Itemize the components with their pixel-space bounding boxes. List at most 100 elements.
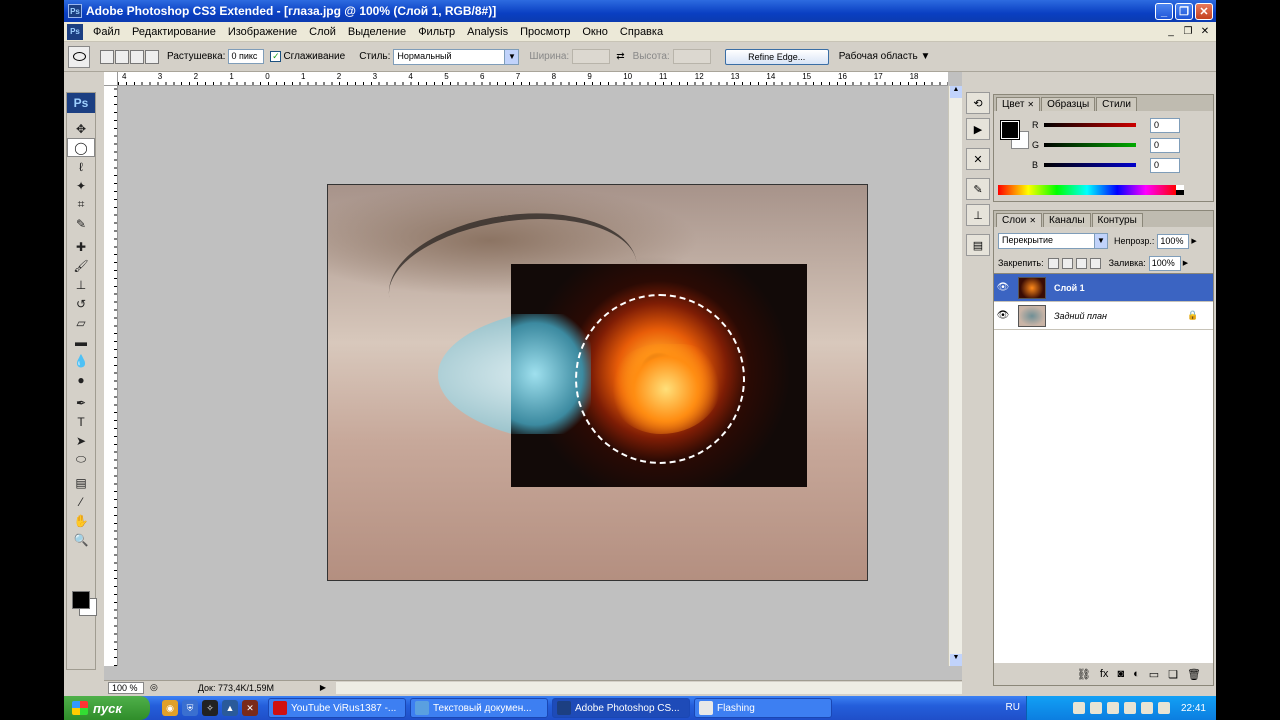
- zoom-icon[interactable]: 🔍: [67, 530, 95, 549]
- channel-track[interactable]: [1044, 123, 1136, 127]
- eye-icon[interactable]: 👁: [994, 310, 1012, 321]
- layer-row-background[interactable]: 👁 Задний план 🔒: [994, 302, 1213, 330]
- ellipse-shape-icon[interactable]: ⬭: [67, 450, 95, 469]
- intersect-selection-icon[interactable]: [145, 49, 159, 64]
- channel-value-input[interactable]: 0: [1150, 157, 1180, 173]
- actions-icon[interactable]: ▶: [966, 118, 990, 140]
- horizontal-scrollbar[interactable]: [335, 681, 962, 694]
- eyedropper-icon[interactable]: ⁄: [67, 492, 95, 511]
- menu-analysis[interactable]: Analysis: [461, 26, 514, 38]
- crop-icon[interactable]: ⌗: [67, 195, 95, 214]
- group-icon[interactable]: ▭: [1149, 668, 1159, 681]
- refine-edge-button[interactable]: Refine Edge...: [724, 48, 829, 65]
- taskbar-task[interactable]: YouTube ViRus1387 -...: [268, 698, 406, 718]
- healing-brush-icon[interactable]: ✚: [67, 237, 95, 256]
- tool-presets-icon[interactable]: ✕: [966, 148, 990, 170]
- gradient-icon[interactable]: ▬: [67, 332, 95, 351]
- doc-restore-button[interactable]: ❐: [1181, 24, 1195, 38]
- app-icon[interactable]: ▲: [222, 700, 238, 716]
- new-selection-icon[interactable]: [100, 49, 114, 64]
- adjustment-icon[interactable]: ◐: [1133, 668, 1140, 680]
- ruler-horizontal[interactable]: 4 3 2 1 0 1 2 3 4 5 6 7 8 9 10 11 12 13 14 15 16 17 18: [118, 72, 948, 86]
- clone-stamp-icon[interactable]: ⊥: [67, 275, 95, 294]
- taskbar-task[interactable]: Adobe Photoshop CS...: [552, 698, 690, 718]
- opacity-input[interactable]: 100%: [1157, 233, 1190, 249]
- document-canvas[interactable]: [327, 184, 868, 581]
- menu-file[interactable]: Файл: [87, 26, 126, 38]
- eraser-icon[interactable]: ▱: [67, 313, 95, 332]
- history-brush-icon[interactable]: ↺: [67, 294, 95, 313]
- lock-all-icon[interactable]: [1089, 257, 1101, 269]
- link-icon[interactable]: ⛓: [1077, 668, 1091, 681]
- close-icon[interactable]: ✕: [1027, 100, 1034, 109]
- menu-window[interactable]: Окно: [576, 26, 614, 38]
- fill-arrow-icon[interactable]: ▶: [1183, 259, 1191, 267]
- menu-layer[interactable]: Слой: [303, 26, 342, 38]
- ruler-vertical[interactable]: [104, 86, 118, 666]
- tab-channels[interactable]: Каналы: [1043, 213, 1091, 227]
- close-button[interactable]: ✕: [1195, 3, 1213, 20]
- channel-value-input[interactable]: 0: [1150, 117, 1180, 133]
- tray-icon[interactable]: [1140, 702, 1153, 714]
- doc-close-button[interactable]: ✕: [1198, 24, 1212, 38]
- menu-help[interactable]: Справка: [614, 26, 669, 38]
- tray-icon[interactable]: [1089, 702, 1102, 714]
- tab-swatches[interactable]: Образцы: [1041, 97, 1096, 111]
- antialias-checkbox[interactable]: ✓: [270, 51, 282, 62]
- add-selection-icon[interactable]: [115, 49, 129, 64]
- channel-track[interactable]: [1044, 143, 1136, 147]
- status-menu-icon[interactable]: ◎: [150, 682, 158, 693]
- tool-preset-picker[interactable]: [68, 45, 90, 68]
- fill-input[interactable]: 100%: [1148, 255, 1181, 271]
- color-fg-swatch[interactable]: [1000, 120, 1020, 140]
- language-indicator[interactable]: RU: [1006, 702, 1020, 713]
- menu-edit[interactable]: Редактирование: [126, 26, 222, 38]
- history-icon[interactable]: ⟲: [966, 92, 990, 114]
- feather-input[interactable]: 0 пикс: [228, 49, 265, 64]
- start-button[interactable]: пуск: [64, 696, 150, 720]
- scroll-down-icon[interactable]: ▼: [950, 654, 962, 666]
- shield-icon[interactable]: ⛨: [182, 700, 198, 716]
- maximize-button[interactable]: ❐: [1175, 3, 1193, 20]
- style-select[interactable]: Нормальный ▼: [393, 48, 520, 65]
- tray-icon[interactable]: [1123, 702, 1136, 714]
- layer-row-layer-1[interactable]: 👁 Слой 1: [994, 274, 1213, 302]
- brushes-icon[interactable]: ✎: [966, 178, 990, 200]
- tray-icon[interactable]: [1157, 702, 1170, 714]
- tab-color[interactable]: Цвет ✕: [996, 97, 1041, 111]
- tab-layers[interactable]: Слои ✕: [996, 213, 1043, 227]
- blend-mode-select[interactable]: Перекрытие ▼: [998, 233, 1108, 249]
- tray-icon[interactable]: [1106, 702, 1119, 714]
- dodge-icon[interactable]: ●: [67, 370, 95, 389]
- color-spectrum[interactable]: [998, 185, 1184, 195]
- clone-source-icon[interactable]: ⊥: [966, 204, 990, 226]
- eye-icon[interactable]: 👁: [994, 282, 1012, 293]
- elliptical-selection[interactable]: [575, 294, 745, 464]
- hand-icon[interactable]: ✋: [67, 511, 95, 530]
- new-layer-icon[interactable]: ❏: [1168, 668, 1178, 681]
- lock-position-icon[interactable]: [1075, 257, 1087, 269]
- path-selection-icon[interactable]: ➤: [67, 431, 95, 450]
- type-icon[interactable]: T: [67, 412, 95, 431]
- taskbar-task[interactable]: Flashing: [694, 698, 832, 718]
- lock-transparency-icon[interactable]: [1047, 257, 1059, 269]
- doc-minimize-button[interactable]: _: [1164, 24, 1178, 38]
- menu-image[interactable]: Изображение: [222, 26, 303, 38]
- tab-styles[interactable]: Стили: [1096, 97, 1137, 111]
- menu-select[interactable]: Выделение: [342, 26, 412, 38]
- runner-icon[interactable]: ✧: [202, 700, 218, 716]
- brush-icon[interactable]: 🖌: [67, 256, 95, 275]
- lasso-icon[interactable]: ℓ: [67, 157, 95, 176]
- scroll-up-icon[interactable]: ▲: [950, 86, 962, 98]
- black-white-ramp[interactable]: [1176, 185, 1184, 195]
- mask-icon[interactable]: ◙: [1117, 668, 1124, 680]
- zoom-field[interactable]: 100 %: [108, 681, 144, 694]
- ruler-origin[interactable]: [104, 72, 118, 86]
- close-icon[interactable]: ✕: [1029, 216, 1036, 225]
- menu-filter[interactable]: Фильтр: [412, 26, 461, 38]
- workspace-menu[interactable]: Рабочая область ▼: [839, 51, 931, 62]
- tab-paths[interactable]: Контуры: [1091, 213, 1143, 227]
- trash-icon[interactable]: 🗑: [1187, 668, 1201, 681]
- channel-value-input[interactable]: 0: [1150, 137, 1180, 153]
- minimize-button[interactable]: _: [1155, 3, 1173, 20]
